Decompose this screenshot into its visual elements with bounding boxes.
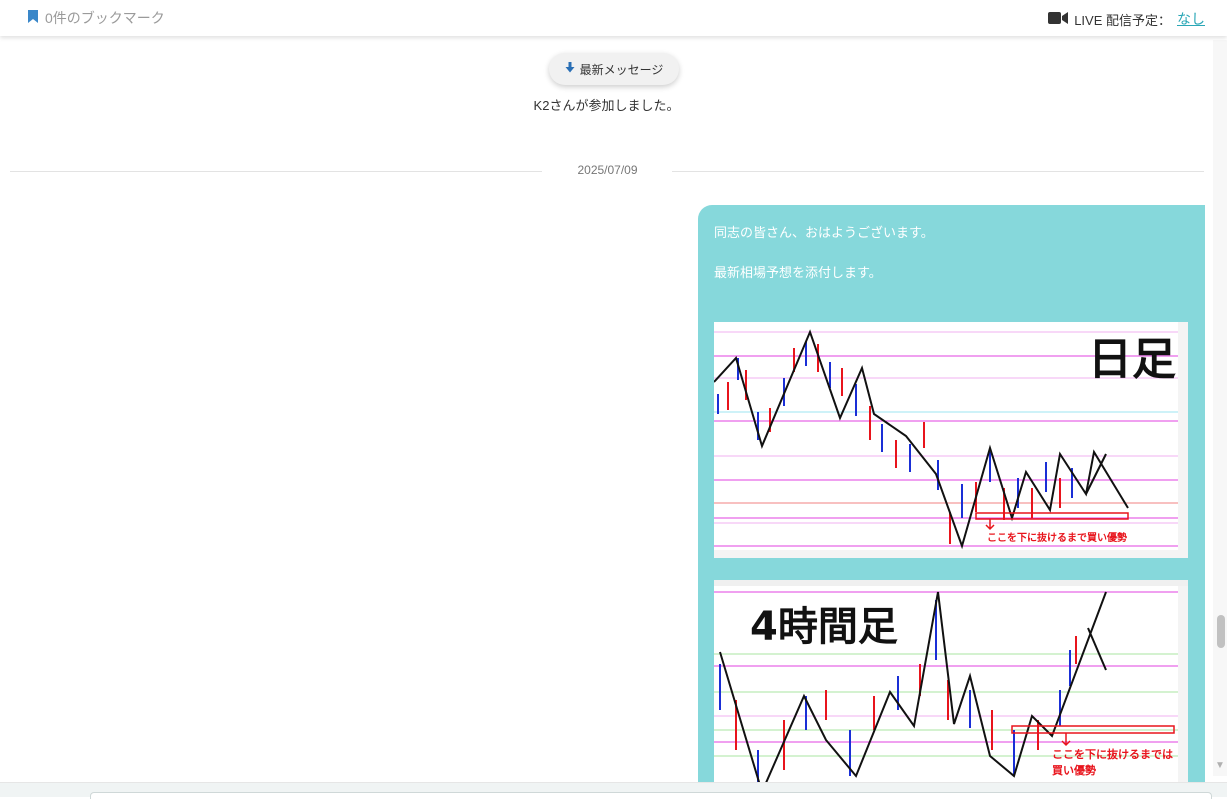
system-message-joined: K2さんが参加しました。: [533, 98, 680, 113]
new-messages-button[interactable]: 最新メッセージ: [549, 53, 679, 85]
date-divider-line-right: [672, 171, 1204, 172]
top-bar: 0件のブックマーク LIVE 配信予定： なし: [0, 0, 1227, 36]
scroll-down-arrow-icon[interactable]: ▼: [1215, 760, 1225, 771]
four-hour-chart-image[interactable]: ここを下に抜けるまでは 買い優勢 4時間足: [714, 580, 1188, 796]
scrollbar-thumb[interactable]: [1217, 615, 1225, 648]
bookmarks-label: 0件のブックマーク: [45, 10, 165, 26]
date-divider-line-left: [10, 171, 542, 172]
live-label: LIVE 配信予定：: [1074, 12, 1171, 28]
message-line-greeting: 同志の皆さん、おはようございます。: [714, 225, 934, 240]
date-divider-label: 2025/07/09: [577, 163, 638, 177]
scrollbar-track[interactable]: [1213, 40, 1227, 776]
daily-chart-image[interactable]: ここを下に抜けるまで買い優勢 日足: [714, 322, 1188, 558]
bookmarks-link[interactable]: 0件のブックマーク: [28, 8, 165, 28]
four-hour-chart-annotation-line2: 買い優勢: [1052, 763, 1096, 777]
bookmark-icon: [28, 10, 38, 26]
message-bubble: 同志の皆さん、おはようございます。 最新相場予想を添付します。 ここを下に抜ける…: [698, 205, 1205, 796]
message-line-forecast: 最新相場予想を添付します。: [714, 265, 882, 280]
new-messages-label: 最新メッセージ: [579, 62, 664, 77]
daily-chart-annotation: ここを下に抜けるまで買い優勢: [987, 531, 1127, 544]
four-hour-chart-title: 4時間足: [750, 604, 898, 650]
live-value-link[interactable]: なし: [1177, 9, 1205, 29]
arrow-down-icon: [565, 62, 575, 76]
video-camera-icon: [1048, 11, 1069, 28]
live-schedule: LIVE 配信予定： なし: [1048, 9, 1205, 29]
daily-chart-title: 日足: [1088, 334, 1176, 385]
four-hour-chart-annotation-line1: ここを下に抜けるまでは: [1052, 747, 1173, 761]
